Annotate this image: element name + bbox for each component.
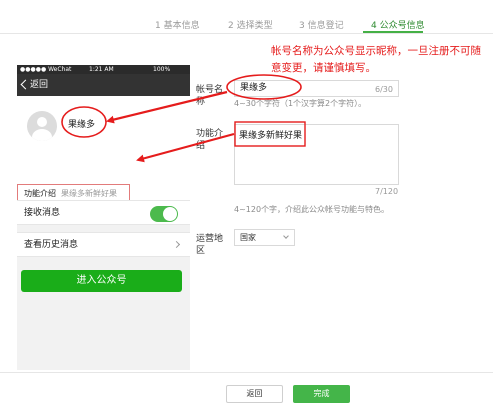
phone-status-bar: ●●●●● WeChat 1:21 AM 100% xyxy=(17,65,190,74)
steps-divider xyxy=(0,33,493,34)
intro-textarea-value: 果缘多新鲜好果 xyxy=(239,131,303,141)
receive-messages-label: 接收消息 xyxy=(24,208,61,218)
step-choose-type: 2 选择类型 xyxy=(228,21,273,31)
phone-back-link[interactable]: 返回 xyxy=(30,74,48,96)
profile-account-name: 果缘多 xyxy=(68,120,96,130)
region-label: 运营地区 xyxy=(196,234,224,256)
profile-card: 果缘多 功能介绍 果缘多新鲜好果 xyxy=(17,96,190,206)
account-name-counter: 6/30 xyxy=(375,85,393,94)
phone-nav-bar: 返回 xyxy=(17,74,190,96)
account-name-value: 果缘多 xyxy=(240,83,268,93)
profile-intro-value: 果缘多新鲜好果 xyxy=(61,189,117,198)
account-name-label: 帐号名称 xyxy=(196,85,224,107)
footer-divider xyxy=(0,372,493,373)
carrier-label: ●●●●● WeChat xyxy=(20,66,72,73)
annotation-note: 帐号名称为公众号显示昵称，一旦注册不可随意变更，请谨慎填写。 xyxy=(271,45,481,74)
enter-account-button[interactable]: 进入公众号 xyxy=(21,270,182,292)
step-account-info: 4 公众号信息 xyxy=(371,21,425,31)
history-messages-row[interactable]: 查看历史消息 xyxy=(17,232,190,257)
account-name-hint: 4~30个字符（1个汉字算2个字符）。 xyxy=(234,99,367,108)
intro-textarea[interactable]: 果缘多新鲜好果 xyxy=(234,124,399,185)
avatar-placeholder-icon xyxy=(27,111,57,141)
phone-preview: ●●●●● WeChat 1:21 AM 100% 返回 果缘多 功能介绍 果缘多… xyxy=(17,65,190,370)
back-chevron-icon[interactable] xyxy=(20,79,31,90)
chevron-down-icon xyxy=(283,233,289,239)
chevron-right-icon xyxy=(172,240,181,249)
receive-messages-row: 接收消息 xyxy=(17,200,190,225)
receive-messages-toggle[interactable] xyxy=(150,206,178,222)
region-select[interactable]: 国家 xyxy=(234,229,295,246)
intro-counter: 7/120 xyxy=(375,187,399,196)
battery-label: 100% xyxy=(153,66,171,73)
profile-intro-label: 功能介绍 xyxy=(24,189,56,198)
history-messages-label: 查看历史消息 xyxy=(24,240,79,250)
step-basic-info: 1 基本信息 xyxy=(155,21,200,31)
intro-label: 功能介绍 xyxy=(196,129,224,151)
clock-label: 1:21 AM xyxy=(89,66,114,73)
active-step-underline xyxy=(363,31,423,33)
region-select-value: 国家 xyxy=(240,233,256,242)
back-button[interactable]: 返回 xyxy=(226,385,283,403)
done-button[interactable]: 完成 xyxy=(293,385,350,403)
intro-hint: 4~120个字，介绍此公众帐号功能与特色。 xyxy=(234,205,390,214)
step-register-info: 3 信息登记 xyxy=(299,21,344,31)
